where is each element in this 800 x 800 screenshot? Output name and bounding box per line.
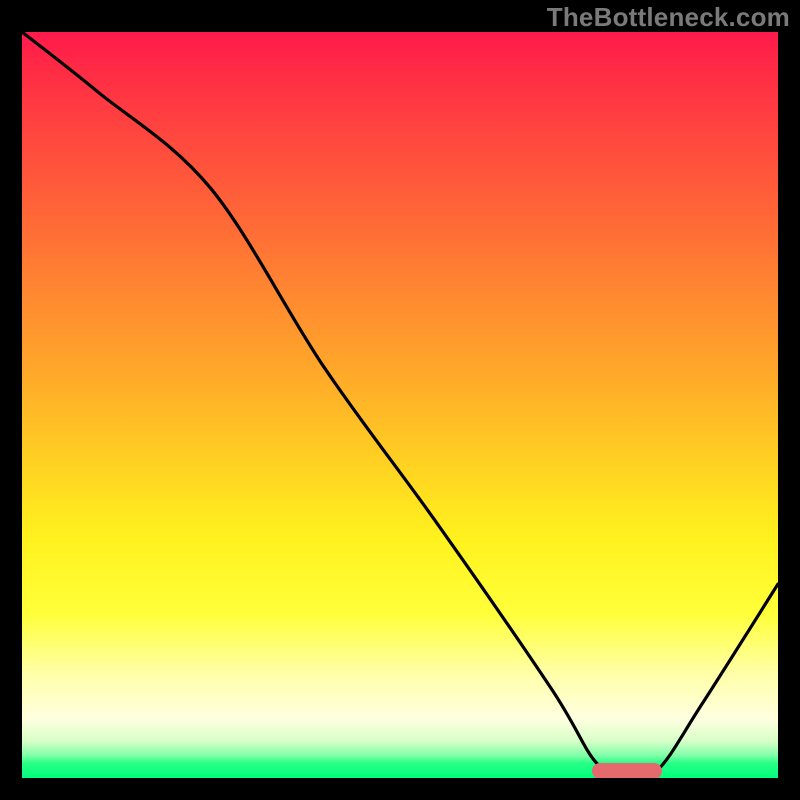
curve-path — [22, 32, 778, 776]
optimal-marker — [592, 763, 663, 779]
watermark-text: TheBottleneck.com — [547, 2, 790, 33]
plot-area — [22, 32, 778, 778]
chart-frame: TheBottleneck.com — [0, 0, 800, 800]
bottleneck-curve — [22, 32, 778, 778]
